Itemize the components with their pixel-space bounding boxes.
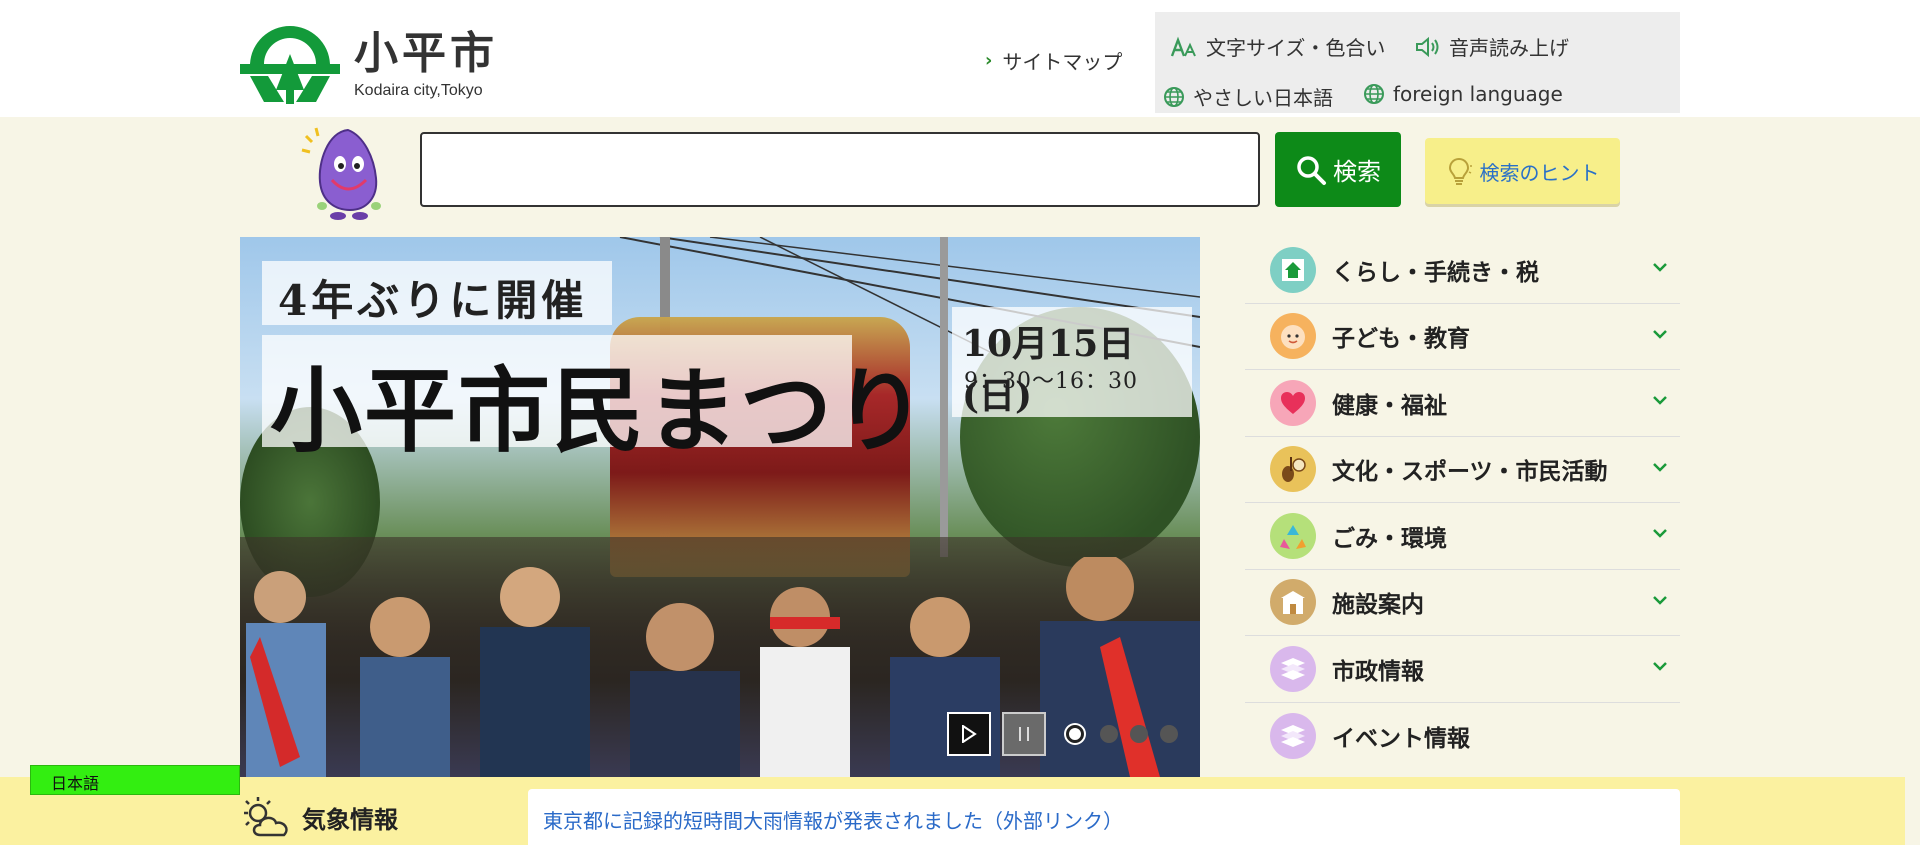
banner-people — [246, 557, 1200, 777]
slideshow-pause-button[interactable] — [1002, 712, 1046, 756]
layers-icon — [1270, 712, 1316, 759]
globe-icon — [1164, 86, 1184, 107]
building-icon — [1270, 579, 1316, 626]
menu-label: イベント情報 — [1332, 725, 1470, 752]
banner-title: 小平市民まつり — [270, 357, 929, 465]
menu-label: 健康・福祉 — [1332, 392, 1447, 419]
logo-subtitle: Kodaira city,Tokyo — [354, 82, 483, 99]
menu-item-culture[interactable]: 文化・スポーツ・市民活動 — [1245, 437, 1680, 503]
chevron-down-icon — [1653, 662, 1667, 671]
heart-icon — [1270, 379, 1316, 426]
slideshow-play-button[interactable] — [947, 712, 991, 756]
menu-label: ごみ・環境 — [1332, 525, 1447, 552]
kodaira-emblem-icon — [240, 25, 340, 104]
search-input[interactable] — [420, 132, 1260, 207]
slide-dot-2[interactable] — [1100, 725, 1118, 743]
layers-icon — [1270, 645, 1316, 692]
menu-item-events[interactable]: イベント情報 — [1245, 703, 1680, 770]
menu-label: 市政情報 — [1332, 658, 1424, 685]
chevron-down-icon — [1653, 263, 1667, 272]
play-icon — [962, 725, 977, 743]
search-hint-button[interactable]: 検索のヒント — [1425, 138, 1620, 204]
chevron-right-icon: › — [985, 50, 993, 71]
menu-item-environment[interactable]: ごみ・環境 — [1245, 503, 1680, 570]
recycle-icon — [1270, 512, 1316, 559]
lightbulb-icon — [1448, 157, 1472, 185]
foreign-language-label: foreign language — [1393, 82, 1563, 106]
mascot-icon — [301, 127, 381, 220]
voice-read-label: 音声読み上げ — [1449, 36, 1569, 60]
weather-alert-link[interactable]: 東京都に記録的短時間大雨情報が発表されました（外部リンク） — [543, 805, 1123, 834]
speaker-icon — [1416, 36, 1439, 57]
banner-time: 9：30〜16：30 — [964, 369, 1138, 394]
language-tab[interactable]: 日本語 — [30, 765, 240, 795]
search-button[interactable]: 検索 — [1275, 132, 1401, 207]
category-menu: くらし・手続き・税 子ども・教育 健康・福祉 文化・スポーツ・市民活動 ごみ・環… — [1245, 237, 1680, 769]
chevron-down-icon — [1653, 329, 1667, 339]
banner-subtitle: 4年ぶりに開催 — [278, 276, 588, 325]
menu-label: 施設案内 — [1332, 592, 1424, 619]
easy-japanese-label: やさしい日本語 — [1193, 86, 1333, 110]
text-size-color-link[interactable]: 文字サイズ・色合い — [1170, 32, 1385, 61]
slide-dot-3[interactable] — [1130, 725, 1148, 743]
slide-dot-4[interactable] — [1160, 725, 1178, 743]
logo-title: 小平市 — [354, 28, 498, 79]
child-face-icon — [1270, 313, 1316, 360]
site-header: 小平市 Kodaira city,Tokyo › サイトマップ 文字サイズ・色合… — [0, 0, 1920, 117]
sitemap-label: サイトマップ — [1002, 50, 1123, 74]
voice-read-link[interactable]: 音声読み上げ — [1415, 32, 1569, 61]
menu-item-facilities[interactable]: 施設案内 — [1245, 570, 1680, 636]
chevron-down-icon — [1653, 595, 1667, 605]
utility-box: 文字サイズ・色合い 音声読み上げ やさしい日本語 foreign languag… — [1155, 12, 1680, 113]
site-logo[interactable]: 小平市 Kodaira city,Tokyo — [240, 24, 498, 106]
globe-icon — [1364, 84, 1384, 104]
search-hint-label: 検索のヒント — [1479, 160, 1600, 185]
house-icon — [1270, 246, 1316, 293]
hero-banner[interactable]: 4年ぶりに開催 小平市民まつり 10月15日(日) 9：30〜16：30 — [240, 237, 1200, 777]
menu-item-city-info[interactable]: 市政情報 — [1245, 636, 1680, 703]
text-size-icon — [1170, 36, 1196, 56]
chevron-down-icon — [1653, 396, 1667, 405]
menu-label: 子ども・教育 — [1332, 326, 1470, 353]
slide-dot-1[interactable] — [1066, 725, 1084, 743]
weather-icon — [244, 797, 288, 837]
culture-icon — [1270, 446, 1316, 493]
menu-label: 文化・スポーツ・市民活動 — [1332, 459, 1608, 486]
weather-title-label: 気象情報 — [302, 805, 398, 834]
weather-title: 気象情報 — [240, 795, 398, 839]
foreign-language-link[interactable]: foreign language — [1363, 82, 1563, 106]
easy-japanese-link[interactable]: やさしい日本語 — [1163, 82, 1333, 111]
menu-item-living[interactable]: くらし・手続き・税 — [1245, 237, 1680, 304]
menu-label: くらし・手続き・税 — [1332, 259, 1539, 286]
menu-item-health[interactable]: 健康・福祉 — [1245, 370, 1680, 437]
menu-item-children[interactable]: 子ども・教育 — [1245, 304, 1680, 370]
pause-icon — [1019, 727, 1029, 741]
search-button-label: 検索 — [1333, 158, 1381, 186]
text-size-color-label: 文字サイズ・色合い — [1206, 36, 1386, 60]
search-icon — [1297, 155, 1326, 185]
sitemap-link[interactable]: › サイトマップ — [985, 46, 1122, 75]
chevron-down-icon — [1653, 529, 1667, 538]
chevron-down-icon — [1653, 462, 1667, 472]
